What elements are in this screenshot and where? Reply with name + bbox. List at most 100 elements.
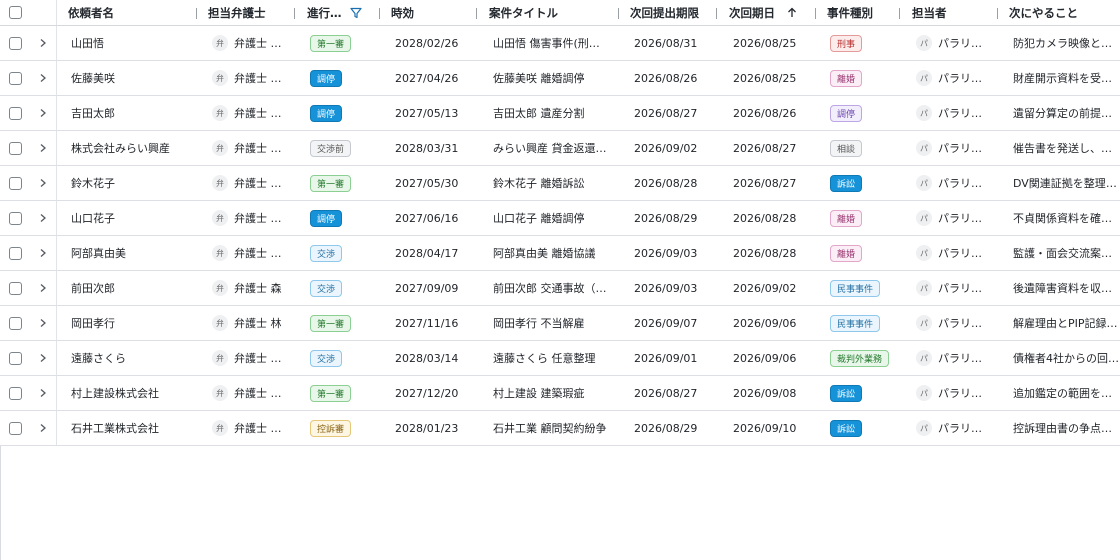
avatar: パ (916, 245, 932, 261)
status-badge: 調停 (310, 104, 343, 122)
avatar: パ (916, 280, 932, 296)
column-header-client[interactable]: 依頼者名 (68, 0, 192, 25)
table-row[interactable]: 村上建設株式会社 弁 弁護士 … 第一審 2027/12/20 村上建設 建築瑕… (0, 376, 1120, 411)
deadline-date: 2027/11/16 (395, 306, 475, 340)
lawyer-cell: 弁 弁護士 … (212, 201, 296, 235)
deadline-date: 2028/03/14 (395, 341, 475, 375)
assignee-cell: パ パラリ… (916, 271, 996, 305)
table-row[interactable]: 山田悟 弁 弁護士 … 第一審 2028/02/26 山田悟 傷害事件(刑… 2… (0, 26, 1120, 61)
progress-cell: 交渉 (310, 271, 380, 305)
row-checkbox[interactable] (9, 131, 25, 165)
column-resize-handle[interactable] (899, 8, 900, 19)
row-checkbox[interactable] (9, 61, 25, 95)
table-row[interactable]: 遠藤さくら 弁 弁護士 … 交渉 2028/03/14 遠藤さくら 任意整理 2… (0, 341, 1120, 376)
table-row[interactable]: 株式会社みらい興産 弁 弁護士 … 交渉前 2028/03/31 みらい興産 貸… (0, 131, 1120, 166)
expand-row-button[interactable] (37, 236, 49, 270)
case-table: 依頼者名 担当弁護士 進行… 時効 案件タイトル 次回提出期限 次回期日 事件種… (0, 0, 1120, 446)
client-name-text: 村上建設株式会社 (71, 387, 159, 400)
next-hearing-date: 2026/09/10 (733, 411, 817, 445)
row-checkbox[interactable] (9, 271, 25, 305)
column-resize-handle[interactable] (379, 8, 380, 19)
expand-row-button[interactable] (37, 96, 49, 130)
table-row[interactable]: 佐藤美咲 弁 弁護士 … 調停 2027/04/26 佐藤美咲 離婚調停 202… (0, 61, 1120, 96)
row-checkbox[interactable] (9, 411, 25, 445)
next-hearing-date: 2026/08/28 (733, 201, 817, 235)
table-row[interactable]: 前田次郎 弁 弁護士 森 交渉 2027/09/09 前田次郎 交通事故（… 2… (0, 271, 1120, 306)
expand-row-button[interactable] (37, 341, 49, 375)
next-submit-date: 2026/09/07 (634, 306, 718, 340)
chevron-right-icon (39, 388, 47, 398)
next-submit-text: 2026/09/03 (634, 281, 698, 295)
row-checkbox[interactable] (9, 341, 25, 375)
column-header-lawyer[interactable]: 担当弁護士 (208, 0, 288, 25)
progress-cell: 交渉 (310, 236, 380, 270)
table-row[interactable]: 吉田太郎 弁 弁護士 … 調停 2027/05/13 吉田太郎 遺産分割 202… (0, 96, 1120, 131)
expand-row-button[interactable] (37, 61, 49, 95)
table-row[interactable]: 山口花子 弁 弁護士 … 調停 2027/06/16 山口花子 離婚調停 202… (0, 201, 1120, 236)
chevron-right-icon (39, 108, 47, 118)
expand-row-button[interactable] (37, 306, 49, 340)
column-resize-handle[interactable] (815, 8, 816, 19)
table-row[interactable]: 石井工業株式会社 弁 弁護士 … 控訴審 2028/01/23 石井工業 顧問契… (0, 411, 1120, 446)
select-all-checkbox[interactable] (9, 0, 25, 25)
column-header-next-submit[interactable]: 次回提出期限 (630, 0, 718, 25)
column-resize-handle[interactable] (716, 8, 717, 19)
row-divider (56, 201, 57, 235)
expand-row-button[interactable] (37, 166, 49, 200)
arrow-up-icon[interactable] (787, 7, 797, 18)
todo-cell: 監護・面会交流案を… (1013, 236, 1120, 270)
assignee-name: パラリ… (938, 247, 982, 260)
column-header-todo-label: 次にやること (1009, 5, 1078, 20)
row-checkbox[interactable] (9, 236, 25, 270)
filter-icon[interactable] (349, 7, 362, 19)
client-name: 吉田太郎 (71, 96, 195, 130)
avatar: 弁 (212, 140, 228, 156)
column-header-case-type[interactable]: 事件種別 (827, 0, 897, 25)
column-header-title[interactable]: 案件タイトル (489, 0, 614, 25)
lawyer-cell: 弁 弁護士 … (212, 411, 296, 445)
deadline-text: 2027/09/09 (395, 281, 459, 295)
next-submit-text: 2026/09/02 (634, 141, 698, 155)
expand-row-button[interactable] (37, 376, 49, 410)
column-resize-handle[interactable] (618, 8, 619, 19)
table-row[interactable]: 阿部真由美 弁 弁護士 … 交渉 2028/04/17 阿部真由美 離婚協議 2… (0, 236, 1120, 271)
lawyer-name: 弁護士 … (234, 422, 282, 435)
lawyer-name: 弁護士 … (234, 142, 282, 155)
column-resize-handle[interactable] (476, 8, 477, 19)
client-name: 遠藤さくら (71, 341, 195, 375)
row-checkbox[interactable] (9, 166, 25, 200)
expand-row-button[interactable] (37, 26, 49, 60)
case-type-badge: 訴訟 (830, 384, 863, 402)
column-header-deadline[interactable]: 時効 (391, 0, 471, 25)
assignee-name: パラリ… (938, 422, 982, 435)
column-header-todo[interactable]: 次にやること (1009, 0, 1120, 25)
column-header-assignee[interactable]: 担当者 (912, 0, 992, 25)
deadline-text: 2028/03/14 (395, 351, 459, 365)
column-header-next-date[interactable]: 次回期日 (729, 0, 813, 25)
expand-row-button[interactable] (37, 271, 49, 305)
column-header-progress[interactable]: 進行… (307, 0, 377, 25)
column-header-case-type-label: 事件種別 (827, 5, 873, 20)
case-title: 村上建設 建築瑕疵 (493, 376, 613, 410)
expand-row-button[interactable] (37, 411, 49, 445)
client-name-text: 株式会社みらい興産 (71, 142, 170, 155)
expand-row-button[interactable] (37, 131, 49, 165)
expand-row-button[interactable] (37, 201, 49, 235)
todo-text: 解雇理由とPIP記録を… (1013, 317, 1120, 330)
column-resize-handle[interactable] (997, 8, 998, 19)
assignee-cell: パ パラリ… (916, 411, 996, 445)
table-row[interactable]: 岡田孝行 弁 弁護士 林 第一審 2027/11/16 岡田孝行 不当解雇 20… (0, 306, 1120, 341)
row-checkbox[interactable] (9, 306, 25, 340)
column-resize-handle[interactable] (196, 8, 197, 19)
row-checkbox[interactable] (9, 26, 25, 60)
assignee-name: パラリ… (938, 317, 982, 330)
row-checkbox[interactable] (9, 201, 25, 235)
row-checkbox[interactable] (9, 96, 25, 130)
row-checkbox[interactable] (9, 376, 25, 410)
client-name: 株式会社みらい興産 (71, 131, 195, 165)
column-resize-handle[interactable] (294, 8, 295, 19)
case-title: 山田悟 傷害事件(刑… (493, 26, 613, 60)
table-row[interactable]: 鈴木花子 弁 弁護士 … 第一審 2027/05/30 鈴木花子 離婚訴訟 20… (0, 166, 1120, 201)
progress-cell: 第一審 (310, 376, 380, 410)
next-submit-date: 2026/09/01 (634, 341, 718, 375)
